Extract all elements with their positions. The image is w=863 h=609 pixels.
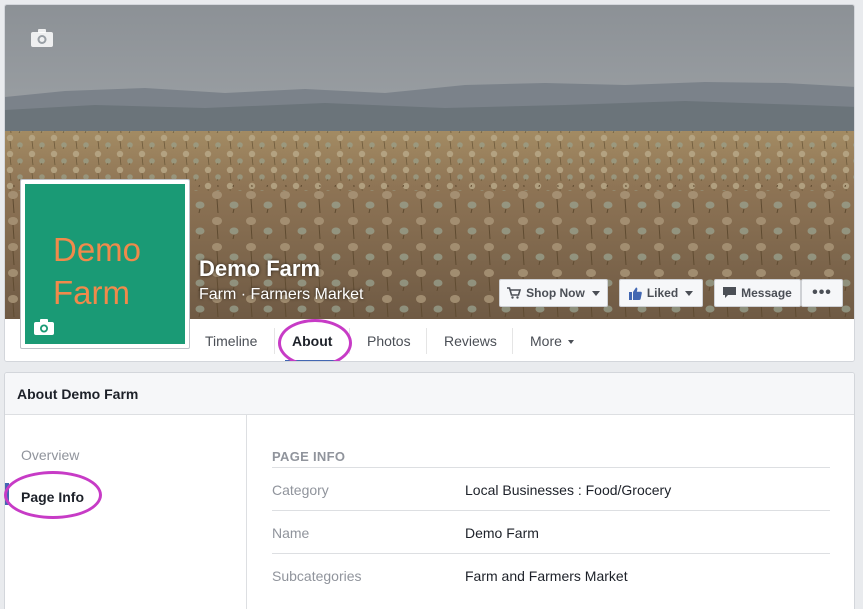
page-categories[interactable]: Farm · Farmers Market	[199, 286, 363, 304]
about-sidebar: Overview Page Info	[5, 415, 247, 609]
liked-label: Liked	[646, 286, 679, 300]
profile-picture[interactable]: Demo Farm	[20, 179, 190, 349]
cart-icon	[507, 287, 522, 299]
chat-bubble-icon	[723, 287, 737, 299]
camera-icon[interactable]	[33, 318, 55, 341]
page-title[interactable]: Demo Farm	[199, 256, 320, 282]
camera-icon[interactable]	[30, 28, 54, 48]
about-header: About Demo Farm	[5, 373, 854, 415]
info-value: Demo Farm	[465, 525, 539, 541]
message-button[interactable]: Message	[714, 279, 801, 307]
info-row-name: Name Demo Farm	[272, 510, 830, 553]
info-value[interactable]: Farm and Farmers Market	[465, 568, 628, 584]
info-row-category: Category Local Businesses : Food/Grocery	[272, 467, 830, 510]
profile-logo-text: Demo Farm	[53, 228, 141, 314]
sidebar-item-page-info[interactable]: Page Info	[21, 489, 84, 505]
tab-divider	[349, 328, 350, 354]
chevron-down-icon	[567, 340, 574, 345]
page-header-card: Demo Farm Farm · Farmers Market Shop Now…	[4, 4, 855, 362]
profile-logo-line-2: Farm	[53, 274, 130, 311]
tab-divider	[426, 328, 427, 354]
chevron-down-icon	[685, 290, 694, 296]
section-title: PAGE INFO	[272, 449, 346, 464]
profile-logo-line-1: Demo	[53, 231, 142, 268]
about-card: About Demo Farm Overview Page Info PAGE …	[4, 372, 855, 609]
chevron-down-icon	[591, 290, 600, 296]
info-value[interactable]: Local Businesses : Food/Grocery	[465, 482, 671, 498]
more-options-label: •••	[812, 284, 832, 301]
info-row-subcategories: Subcategories Farm and Farmers Market	[272, 553, 830, 596]
tab-more[interactable]: More	[530, 319, 574, 361]
tab-more-label: More	[530, 333, 562, 349]
shop-now-button[interactable]: Shop Now	[499, 279, 608, 307]
info-label: Category	[272, 482, 329, 498]
info-label: Name	[272, 525, 310, 541]
sidebar-item-overview[interactable]: Overview	[21, 447, 79, 463]
active-tab-indicator	[285, 360, 339, 361]
tab-divider	[274, 328, 275, 354]
shop-now-label: Shop Now	[526, 286, 585, 300]
thumbs-up-icon	[628, 287, 642, 300]
liked-button[interactable]: Liked	[619, 279, 703, 307]
message-label: Message	[741, 286, 792, 300]
tab-timeline[interactable]: Timeline	[205, 319, 257, 361]
active-sidebar-indicator	[5, 483, 9, 505]
tab-about[interactable]: About	[292, 319, 332, 361]
tab-photos[interactable]: Photos	[367, 319, 411, 361]
tab-reviews[interactable]: Reviews	[444, 319, 497, 361]
profile-logo: Demo Farm	[25, 184, 185, 344]
more-options-button[interactable]: •••	[801, 279, 843, 307]
info-label: Subcategories	[272, 568, 362, 584]
tab-divider	[512, 328, 513, 354]
